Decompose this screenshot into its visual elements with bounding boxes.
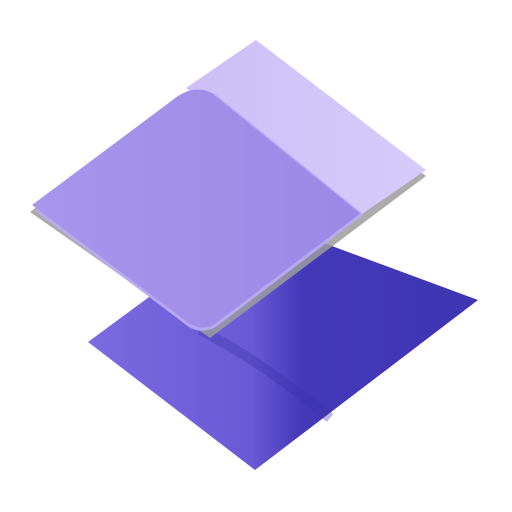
stacked-layers-graphic <box>30 40 478 470</box>
stacked-layers-icon <box>0 0 512 512</box>
